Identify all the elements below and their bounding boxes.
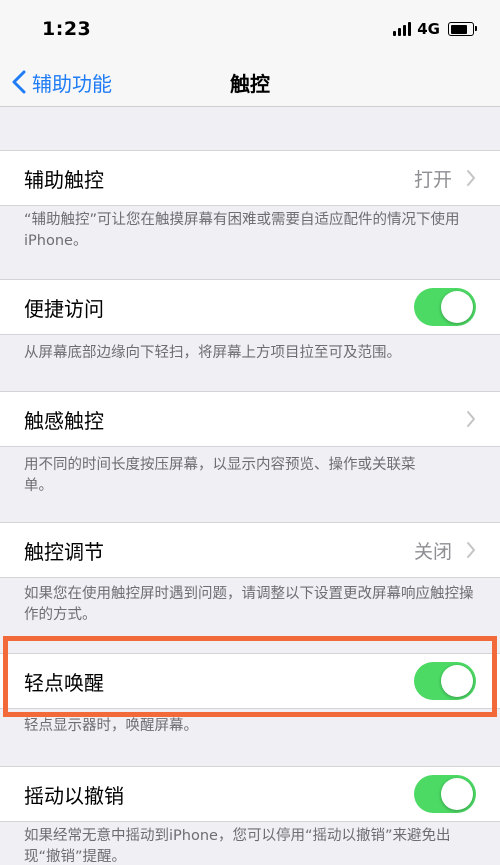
navigation-bar: 辅助功能 触控 (0, 60, 500, 107)
reachability-note: 从屏幕底部边缘向下轻扫，将屏幕上方项目拉至可及范围。 (24, 345, 401, 361)
reachability-row: 便捷访问 (0, 279, 500, 335)
touch-accommodations-label: 触控调节 (24, 540, 104, 564)
highlight-annotation (3, 636, 497, 717)
status-time: 1:23 (42, 18, 92, 40)
haptic-touch-label: 触感触控 (24, 409, 104, 433)
shake-to-undo-toggle[interactable] (414, 775, 476, 813)
toggle-knob (441, 778, 473, 810)
toggle-knob (441, 291, 473, 323)
touch-accommodations-row[interactable]: 触控调节 关闭 (0, 522, 500, 578)
touch-settings-screen: 1:23 4G 辅助功能 触控 辅助触控 打开 “辅助触控”可让您在触摸屏幕有困… (0, 0, 500, 865)
battery-icon (448, 22, 477, 36)
assistive-touch-row[interactable]: 辅助触控 打开 (0, 150, 500, 206)
status-bar: 1:23 4G (0, 0, 500, 60)
assistive-touch-note: “辅助触控”可让您在触摸屏幕有困难或需要自适应配件的情况下使用iPhone。 (24, 212, 460, 249)
chevron-right-icon (467, 170, 475, 186)
status-indicators: 4G (393, 20, 477, 38)
shake-to-undo-row: 摇动以撤销 (0, 766, 500, 822)
shake-to-undo-note: 如果经常无意中摇动到iPhone，您可以停用“摇动以撤销”来避免出现“撤销”提醒… (24, 828, 451, 865)
assistive-touch-value: 打开 (413, 169, 452, 191)
chevron-right-icon (467, 411, 475, 427)
network-type: 4G (417, 20, 440, 38)
page-title: 触控 (230, 72, 270, 96)
touch-accommodations-value: 关闭 (413, 541, 452, 563)
cellular-signal-icon (393, 22, 412, 36)
reachability-label: 便捷访问 (24, 297, 104, 321)
chevron-right-icon (467, 542, 475, 558)
shake-to-undo-label: 摇动以撤销 (24, 784, 124, 808)
tap-to-wake-note: 轻点显示器时，唤醒屏幕。 (24, 718, 198, 734)
reachability-toggle[interactable] (414, 288, 476, 326)
haptic-touch-note: 用不同的时间长度按压屏幕，以显示内容预览、操作或关联菜单。 (24, 457, 416, 494)
assistive-touch-label: 辅助触控 (24, 168, 104, 192)
touch-accommodations-note: 如果您在使用触控屏时遇到问题，请调整以下设置更改屏幕响应触控操作的方式。 (24, 586, 474, 623)
haptic-touch-row[interactable]: 触感触控 (0, 391, 500, 447)
